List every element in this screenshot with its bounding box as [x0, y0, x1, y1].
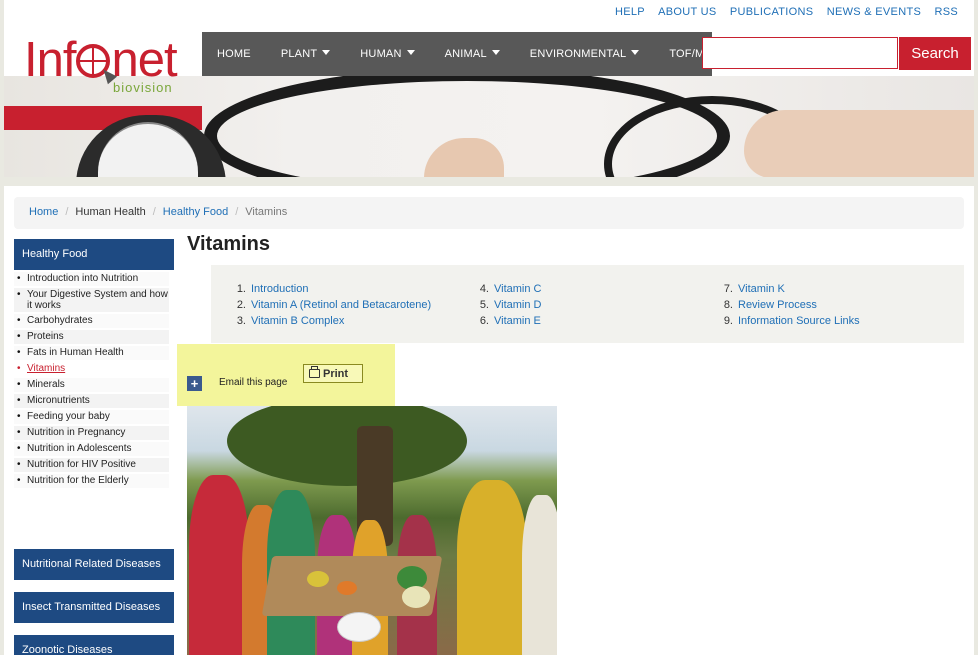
plus-icon[interactable]: + [187, 376, 202, 391]
sidebar-item-minerals[interactable]: Minerals [14, 378, 169, 392]
sidebar-item-pregnancy[interactable]: Nutrition in Pregnancy [14, 426, 169, 440]
sidebar-heading-insect-diseases[interactable]: Insect Transmitted Diseases [14, 592, 174, 623]
help-link[interactable]: HELP [615, 6, 645, 18]
toc-item: 7. Vitamin K [723, 283, 785, 295]
market-photo [187, 406, 557, 655]
hand-shape [744, 110, 974, 177]
sidebar-heading-zoonotic-diseases[interactable]: Zoonotic Diseases [14, 635, 174, 655]
produce-shape [307, 571, 329, 587]
breadcrumb-current: Vitamins [245, 206, 288, 218]
toc-link-vitamin-e[interactable]: Vitamin E [494, 315, 541, 327]
toc-column: 7. Vitamin K 8. Review Process 9. Informati… [719, 281, 860, 329]
nav-plant[interactable]: PLANT [266, 48, 345, 60]
caret-down-icon [406, 50, 415, 55]
nav-animal[interactable]: ANIMAL [430, 48, 515, 60]
toc-item: 9. Information Source Links [723, 315, 860, 327]
toc-item: 8. Review Process [723, 299, 817, 311]
toc-item: 2. Vitamin A (Retinol and Betacarotene) [236, 299, 432, 311]
rss-link[interactable]: RSS [934, 6, 958, 18]
nav-home[interactable]: HOME [202, 48, 266, 60]
toc-column: 4. Vitamin C 5. Vitamin D 6. Vitamin E [475, 281, 542, 329]
sidebar-item-fats[interactable]: Fats in Human Health [14, 346, 169, 360]
sidebar-item-carbohydrates[interactable]: Carbohydrates [14, 314, 169, 328]
caret-down-icon [322, 50, 331, 55]
print-button[interactable]: Print [303, 364, 363, 383]
page-tools: + Email this page Print [177, 344, 395, 406]
person-shape [522, 495, 557, 655]
toc-item: 3. Vitamin B Complex [236, 315, 345, 327]
sidebar-item-proteins[interactable]: Proteins [14, 330, 169, 344]
breadcrumb-separator: / [65, 206, 69, 218]
breadcrumb-separator: / [235, 206, 239, 218]
toc-link-vitamin-c[interactable]: Vitamin C [494, 283, 541, 295]
sidebar-item-hiv-positive[interactable]: Nutrition for HIV Positive [14, 458, 169, 472]
news-events-link[interactable]: NEWS & EVENTS [827, 6, 921, 18]
person-shape [457, 480, 527, 655]
printer-icon [309, 365, 320, 378]
caret-down-icon [631, 50, 640, 55]
toc-link-review-process[interactable]: Review Process [738, 299, 817, 311]
toc-link-vitamin-d[interactable]: Vitamin D [494, 299, 541, 311]
table-of-contents: 1. Introduction 2. Vitamin A (Retinol and … [211, 265, 964, 343]
produce-shape [337, 581, 357, 595]
sidebar-item-adolescents[interactable]: Nutrition in Adolescents [14, 442, 169, 456]
toc-link-vitamin-a[interactable]: Vitamin A (Retinol and Betacarotene) [251, 299, 431, 311]
toc-column: 1. Introduction 2. Vitamin A (Retinol and … [232, 281, 431, 329]
plate-shape [337, 612, 381, 642]
globe-cursor-icon [76, 44, 118, 85]
sidebar-item-digestive-system[interactable]: Your Digestive System and how it works [14, 288, 169, 312]
page-title: Vitamins [187, 233, 270, 255]
site-logo[interactable]: Inf net biovision [24, 33, 178, 96]
person-shape [189, 475, 249, 655]
sidebar-menu: Introduction into Nutrition Your Digesti… [14, 272, 169, 490]
toc-link-vitamin-b[interactable]: Vitamin B Complex [251, 315, 344, 327]
sidebar-item-elderly[interactable]: Nutrition for the Elderly [14, 474, 169, 488]
nav-environmental[interactable]: ENVIRONMENTAL [515, 48, 655, 60]
sidebar-heading-healthy-food[interactable]: Healthy Food [14, 239, 174, 270]
utility-links: HELP ABOUT US PUBLICATIONS NEWS & EVENTS… [605, 6, 958, 18]
toc-item: 1. Introduction [236, 283, 309, 295]
squash-shape [402, 586, 430, 608]
sidebar-item-feeding-baby[interactable]: Feeding your baby [14, 410, 169, 424]
logo-subtitle: biovision [113, 80, 173, 95]
about-us-link[interactable]: ABOUT US [658, 6, 716, 18]
sidebar-item-introduction[interactable]: Introduction into Nutrition [14, 272, 169, 286]
sidebar-item-micronutrients[interactable]: Micronutrients [14, 394, 169, 408]
toc-link-vitamin-k[interactable]: Vitamin K [738, 283, 785, 295]
publications-link[interactable]: PUBLICATIONS [730, 6, 813, 18]
breadcrumb-parent[interactable]: Healthy Food [163, 206, 228, 218]
logo-text-right: net [111, 33, 177, 87]
toc-link-information-sources[interactable]: Information Source Links [738, 315, 860, 327]
sidebar-item-vitamins[interactable]: Vitamins [14, 362, 169, 376]
toc-item: 5. Vitamin D [479, 299, 542, 311]
toc-item: 4. Vitamin C [479, 283, 542, 295]
breadcrumb-separator: / [152, 206, 156, 218]
nav-human[interactable]: HUMAN [345, 48, 429, 60]
sidebar-heading-nutritional-diseases[interactable]: Nutritional Related Diseases [14, 549, 174, 580]
email-page-link[interactable]: Email this page [219, 377, 287, 388]
breadcrumb-home[interactable]: Home [29, 206, 58, 218]
tree-shape [227, 406, 467, 486]
main-nav: HOME PLANT HUMAN ANIMAL ENVIRONMENTAL TO… [202, 32, 721, 76]
logo-text-left: Inf [24, 33, 76, 87]
search-button[interactable]: Search [899, 37, 971, 70]
toc-item: 6. Vitamin E [479, 315, 541, 327]
page: HELP ABOUT US PUBLICATIONS NEWS & EVENTS… [4, 0, 974, 655]
toc-link-introduction[interactable]: Introduction [251, 283, 308, 295]
breadcrumb-section: Human Health [75, 206, 146, 218]
search-input[interactable] [702, 37, 898, 69]
caret-down-icon [491, 50, 500, 55]
banner-divider [4, 177, 974, 186]
breadcrumb: Home / Human Health / Healthy Food / Vitamins [14, 197, 964, 229]
